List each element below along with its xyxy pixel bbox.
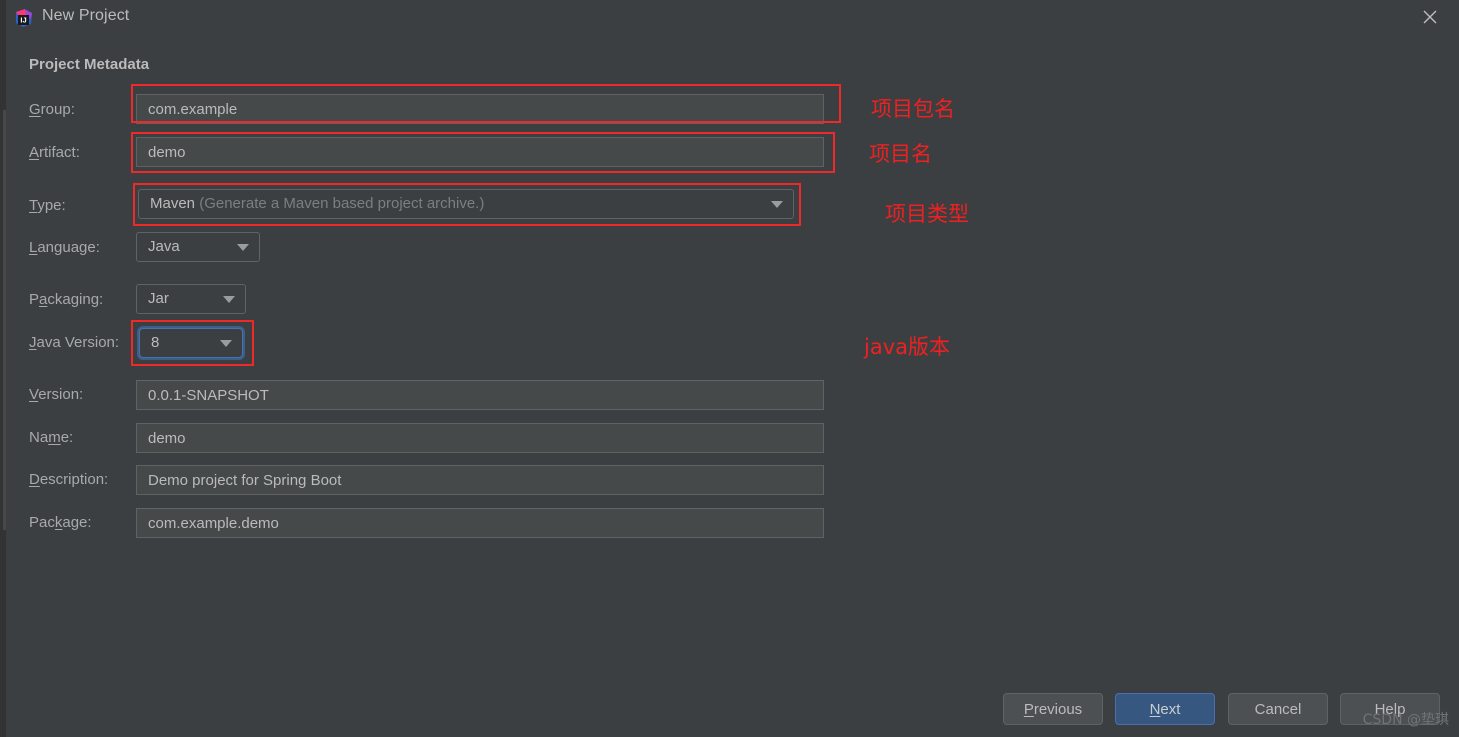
background-window-strip [0,0,6,737]
description-label: Description: [29,471,109,488]
type-combobox[interactable]: Maven (Generate a Maven based project ar… [138,189,794,219]
java-version-annotation-text: java版本 [864,335,950,359]
window-title: New Project [42,7,130,24]
chevron-down-icon [771,201,783,208]
artifact-input[interactable] [136,137,824,167]
packaging-combobox[interactable]: Jar [136,284,246,314]
name-label: Name: [29,429,74,446]
name-input[interactable] [136,423,824,453]
chevron-down-icon [223,296,235,303]
intellij-idea-logo-icon: IJ [14,8,34,28]
java-version-label: Java Version: [29,334,120,351]
language-combobox[interactable]: Java [136,232,260,262]
title-bar: IJ New Project [6,0,1459,37]
group-input[interactable] [136,94,824,124]
previous-button[interactable]: Previous [1003,693,1103,725]
artifact-annotation-text: 项目名 [869,142,932,166]
type-annotation-text: 项目类型 [885,202,969,226]
package-label: Package: [29,514,92,531]
artifact-label: Artifact: [29,144,80,161]
package-input[interactable] [136,508,824,538]
watermark: CSDN @垫琪 [1362,712,1449,728]
cancel-button[interactable]: Cancel [1228,693,1328,725]
chevron-down-icon [237,244,249,251]
chevron-down-icon [220,340,232,347]
java-version-combobox[interactable]: 8 [139,328,243,358]
java-version-combobox-value: 8 [151,334,160,351]
close-icon[interactable] [1407,0,1453,34]
new-project-dialog: IJ New Project Project Metadata Group: A… [0,0,1459,737]
packaging-label: Packaging: [29,291,104,308]
type-label: Type: [29,197,66,214]
group-annotation-text: 项目包名 [871,97,955,121]
svg-text:IJ: IJ [20,16,26,25]
version-input[interactable] [136,380,824,410]
group-label: Group: [29,101,75,118]
language-label: Language: [29,239,100,256]
language-combobox-value: Java [148,238,180,255]
section-title: Project Metadata [29,56,150,73]
description-input[interactable] [136,465,824,495]
type-combobox-value: Maven (Generate a Maven based project ar… [150,195,485,212]
type-combobox-hint: (Generate a Maven based project archive.… [199,195,485,212]
next-button[interactable]: Next [1115,693,1215,725]
packaging-combobox-value: Jar [148,290,169,307]
version-label: Version: [29,386,84,403]
